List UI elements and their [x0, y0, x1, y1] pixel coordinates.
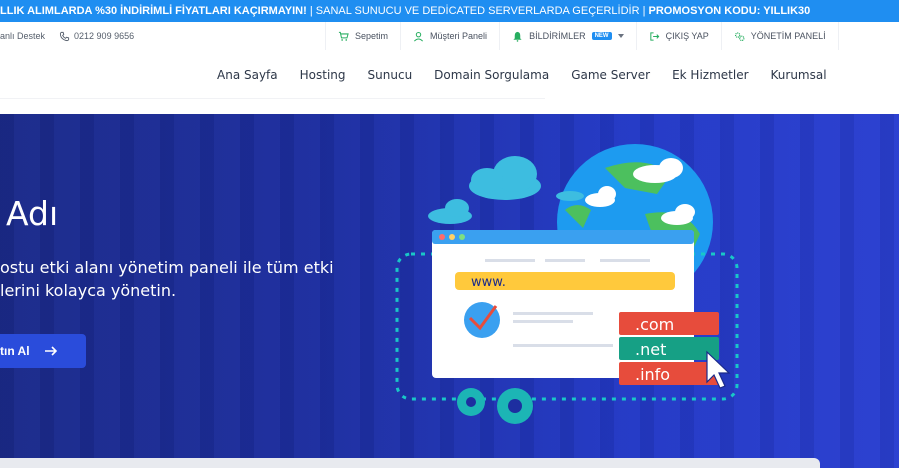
nav-item-home[interactable]: Ana Sayfa	[217, 68, 278, 82]
svg-text:.info: .info	[635, 365, 670, 384]
phone-number: 0212 909 9656	[74, 31, 135, 41]
admin-panel-label: YÖNETİM PANELİ	[750, 31, 826, 41]
chevron-down-icon	[617, 34, 624, 38]
notifications-dropdown[interactable]: BİLDİRİMLER NEW	[499, 22, 636, 50]
new-badge: NEW	[591, 32, 612, 40]
customer-panel-link[interactable]: Müşteri Paneli	[400, 22, 499, 50]
buy-button-label: tın Al	[0, 344, 30, 358]
nav-item-domain-search[interactable]: Domain Sorgulama	[434, 68, 549, 82]
hero-title: Adı	[6, 194, 59, 233]
hero-description-line-1: ostu etki alanı yönetim paneli ile tüm e…	[0, 258, 334, 277]
svg-text:.net: .net	[635, 340, 666, 359]
promo-text-2: SANAL SUNUCU VE DEDİCATED SERVERLARDA GE…	[315, 5, 640, 17]
bottom-card	[0, 458, 820, 468]
nav-item-corporate[interactable]: Kurumsal	[771, 68, 827, 82]
promo-sep-1: |	[306, 5, 316, 17]
promo-code: PROMOSYON KODU: YILLIK30	[648, 5, 811, 17]
user-icon	[414, 31, 424, 41]
nav-divider	[0, 98, 545, 99]
nav-item-extra-services[interactable]: Ek Hizmetler	[672, 68, 748, 82]
nav-item-server[interactable]: Sunucu	[368, 68, 413, 82]
arrow-right-icon	[44, 346, 57, 356]
main-nav: Ana Sayfa Hosting Sunucu Domain Sorgulam…	[0, 50, 899, 114]
notifications-label: BİLDİRİMLER	[529, 31, 586, 41]
phone-icon	[59, 31, 70, 41]
svg-text:.com: .com	[635, 315, 674, 334]
buy-button[interactable]: tın Al	[0, 334, 86, 368]
logout-label: ÇIKIŞ YAP	[665, 31, 709, 41]
cart-link[interactable]: Sepetim	[325, 22, 400, 50]
gears-icon	[734, 31, 745, 41]
logout-link[interactable]: ÇIKIŞ YAP	[635, 22, 721, 50]
promo-text-1: LLIK ALIMLARDA %30 İNDİRİMLİ FİYATLARI K…	[0, 5, 307, 17]
phone-link[interactable]: 0212 909 9656	[59, 31, 134, 42]
promo-bar: LLIK ALIMLARDA %30 İNDİRİMLİ FİYATLARI K…	[0, 0, 899, 22]
utility-bar: anlı Destek 0212 909 9656 Sepetim Müşter…	[0, 22, 899, 51]
url-text: www.	[471, 275, 506, 290]
hero-description-line-2: lerini kolayca yönetin.	[0, 281, 177, 300]
cart-icon	[338, 31, 349, 41]
logout-icon	[649, 31, 659, 41]
domain-illustration: www. .com .net .info	[395, 144, 739, 424]
hero-description: ostu etki alanı yönetim paneli ile tüm e…	[0, 256, 340, 302]
hero-section: Adı ostu etki alanı yönetim paneli ile t…	[0, 114, 899, 468]
promo-sep-2: |	[639, 5, 649, 17]
bell-icon	[513, 31, 522, 42]
cart-label: Sepetim	[355, 31, 389, 41]
nav-item-hosting[interactable]: Hosting	[300, 68, 346, 82]
admin-panel-link[interactable]: YÖNETİM PANELİ	[720, 22, 839, 50]
nav-item-game-server[interactable]: Game Server	[571, 68, 650, 82]
tld-net	[619, 337, 719, 360]
support-link[interactable]: anlı Destek	[0, 31, 45, 41]
customer-panel-label: Müşteri Paneli	[430, 31, 488, 41]
